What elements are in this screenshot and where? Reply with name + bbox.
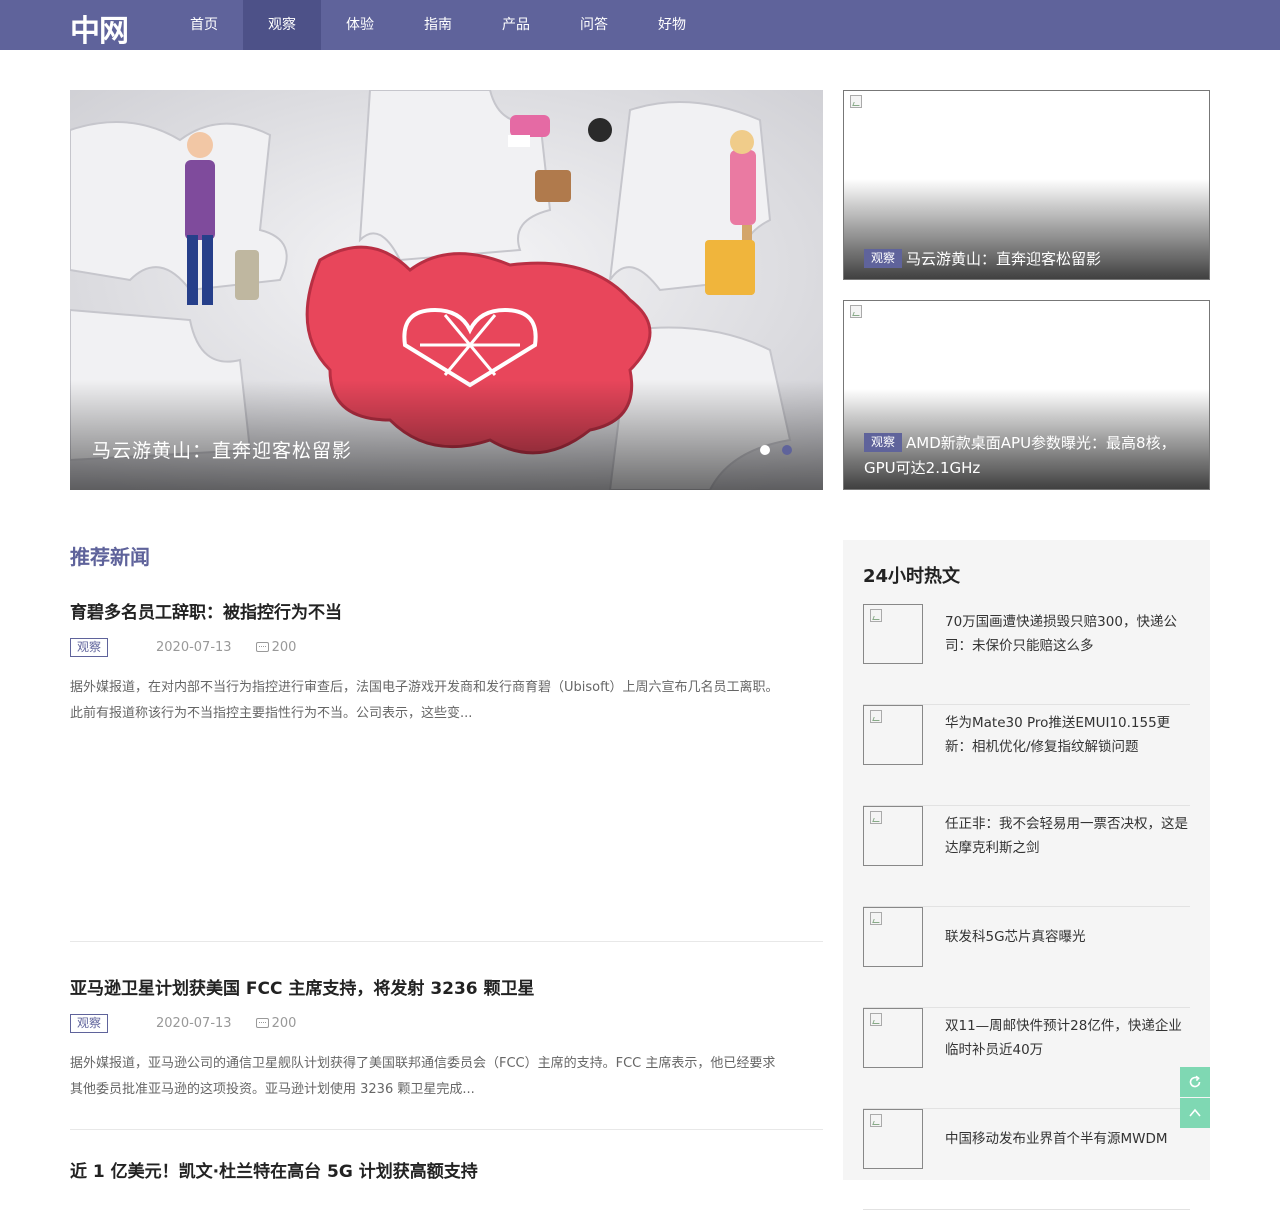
back-to-top-button[interactable] — [1180, 1098, 1210, 1128]
comment-count-value: 200 — [271, 639, 297, 655]
hero-caption[interactable]: 马云游黄山：直奔迎客松留影 — [92, 436, 352, 463]
side-feature-card-1[interactable]: 观察 马云游黄山：直奔迎客松留影 — [843, 90, 1210, 280]
news-article-1: 育碧多名员工辞职：被指控行为不当 观察 2020-07-13 200 据外媒报道… — [70, 598, 823, 727]
hot-item-title[interactable]: 华为Mate30 Pro推送EMUI10.155更新：相机优化/修复指纹解锁问题 — [945, 705, 1190, 765]
article-date: 2020-07-13 — [156, 639, 232, 655]
article-excerpt: 据外媒报道，在对内部不当行为指控进行审查后，法国电子游戏开发商和发行商育碧（Ub… — [70, 680, 779, 721]
comment-count: 200 — [255, 1015, 297, 1031]
divider — [70, 1129, 823, 1130]
article-date: 2020-07-13 — [156, 1015, 232, 1031]
hot-thumbnail[interactable] — [863, 604, 923, 664]
nav-item-goods[interactable]: 好物 — [633, 0, 711, 50]
category-tag[interactable]: 观察 — [864, 249, 903, 268]
hot-item[interactable]: 联发科5G芯片真容曝光 — [863, 907, 1190, 1008]
top-nav-bar: 中网 首页 观察 体验 指南 产品 问答 好物 — [0, 0, 1280, 50]
broken-image-icon — [850, 95, 862, 108]
broken-image-icon — [870, 710, 882, 723]
hot-articles-panel: 24小时热文 70万国画遭快递损毁只赔300，快递公司：未保价只能赔这么多 华为… — [843, 540, 1210, 1210]
hot-thumbnail[interactable] — [863, 1109, 923, 1169]
broken-image-icon — [870, 912, 882, 925]
hot-item[interactable]: 70万国画遭快递损毁只赔300，快递公司：未保价只能赔这么多 — [863, 604, 1190, 705]
broken-image-icon — [850, 305, 862, 318]
nav-item-products[interactable]: 产品 — [477, 0, 555, 50]
hot-item[interactable]: 华为Mate30 Pro推送EMUI10.155更新：相机优化/修复指纹解锁问题 — [863, 705, 1190, 806]
article-title[interactable]: 亚马逊卫星计划获美国 FCC 主席支持，将发射 3236 颗卫星 — [70, 974, 823, 999]
article-meta: 观察 2020-07-13 200 — [70, 1013, 823, 1033]
section-title-recommended: 推荐新闻 — [70, 545, 150, 569]
comment-count-value: 200 — [271, 1015, 297, 1031]
hot-item-title[interactable]: 70万国画遭快递损毁只赔300，快递公司：未保价只能赔这么多 — [945, 604, 1190, 664]
broken-image-icon — [870, 609, 882, 622]
refresh-button[interactable] — [1180, 1067, 1210, 1097]
nav-item-observe[interactable]: 观察 — [243, 0, 321, 50]
broken-image-icon — [870, 1013, 882, 1026]
hot-thumbnail[interactable] — [863, 705, 923, 765]
hero-carousel[interactable]: 马云游黄山：直奔迎客松留影 — [70, 90, 823, 490]
chevron-up-icon — [1189, 1108, 1201, 1117]
refresh-icon — [1189, 1075, 1201, 1088]
side-card-title: 观察 马云游黄山：直奔迎客松留影 — [864, 247, 1194, 272]
carousel-indicators — [760, 445, 792, 455]
hot-item-title[interactable]: 双11—周邮快件预计28亿件，快递企业临时补员近40万 — [945, 1008, 1190, 1068]
nav-item-guide[interactable]: 指南 — [399, 0, 477, 50]
divider — [70, 941, 823, 942]
hot-item-title[interactable]: 联发科5G芯片真容曝光 — [945, 907, 1190, 967]
site-logo[interactable]: 中网 — [70, 6, 129, 50]
article-title[interactable]: 近 1 亿美元！凯文·杜兰特在高台 5G 计划获高额支持 — [70, 1157, 823, 1182]
news-article-2: 亚马逊卫星计划获美国 FCC 主席支持，将发射 3236 颗卫星 观察 2020… — [70, 974, 823, 1103]
side-card-title-text: 马云游黄山：直奔迎客松留影 — [906, 250, 1102, 268]
nav-item-experience[interactable]: 体验 — [321, 0, 399, 50]
hot-thumbnail[interactable] — [863, 806, 923, 866]
side-card-title-text: AMD新款桌面APU参数曝光：最高8核，GPU可达2.1GHz — [864, 434, 1176, 477]
nav-item-qa[interactable]: 问答 — [555, 0, 633, 50]
article-excerpt: 据外媒报道，亚马逊公司的通信卫星舰队计划获得了美国联邦通信委员会（FCC）主席的… — [70, 1056, 776, 1097]
main-nav: 首页 观察 体验 指南 产品 问答 好物 — [165, 0, 711, 50]
nav-item-home[interactable]: 首页 — [165, 0, 243, 50]
comment-icon — [255, 642, 269, 652]
comment-count: 200 — [255, 639, 297, 655]
hot-panel-title: 24小时热文 — [863, 566, 961, 587]
category-tag[interactable]: 观察 — [70, 1013, 109, 1033]
category-tag[interactable]: 观察 — [864, 433, 903, 452]
news-article-3: 近 1 亿美元！凯文·杜兰特在高台 5G 计划获高额支持 — [70, 1157, 823, 1182]
side-feature-card-2[interactable]: 观察 AMD新款桌面APU参数曝光：最高8核，GPU可达2.1GHz — [843, 300, 1210, 490]
hot-item[interactable]: 中国移动发布业界首个半有源MWDM — [863, 1109, 1190, 1210]
broken-image-icon — [870, 1114, 882, 1127]
hot-item-title[interactable]: 任正非：我不会轻易用一票否决权，这是达摩克利斯之剑 — [945, 806, 1190, 866]
side-card-title: 观察 AMD新款桌面APU参数曝光：最高8核，GPU可达2.1GHz — [864, 431, 1194, 481]
category-tag[interactable]: 观察 — [70, 637, 109, 657]
hot-item-title[interactable]: 中国移动发布业界首个半有源MWDM — [945, 1109, 1190, 1169]
hot-item[interactable]: 双11—周邮快件预计28亿件，快递企业临时补员近40万 — [863, 1008, 1190, 1109]
broken-image-icon — [870, 811, 882, 824]
comment-icon — [255, 1018, 269, 1028]
article-meta: 观察 2020-07-13 200 — [70, 637, 823, 657]
article-title[interactable]: 育碧多名员工辞职：被指控行为不当 — [70, 598, 823, 623]
carousel-dot-2[interactable] — [782, 445, 792, 455]
carousel-dot-1[interactable] — [760, 445, 770, 455]
hot-thumbnail[interactable] — [863, 1008, 923, 1068]
hot-thumbnail[interactable] — [863, 907, 923, 967]
hero-caption-overlay — [70, 380, 823, 490]
hot-item[interactable]: 任正非：我不会轻易用一票否决权，这是达摩克利斯之剑 — [863, 806, 1190, 907]
